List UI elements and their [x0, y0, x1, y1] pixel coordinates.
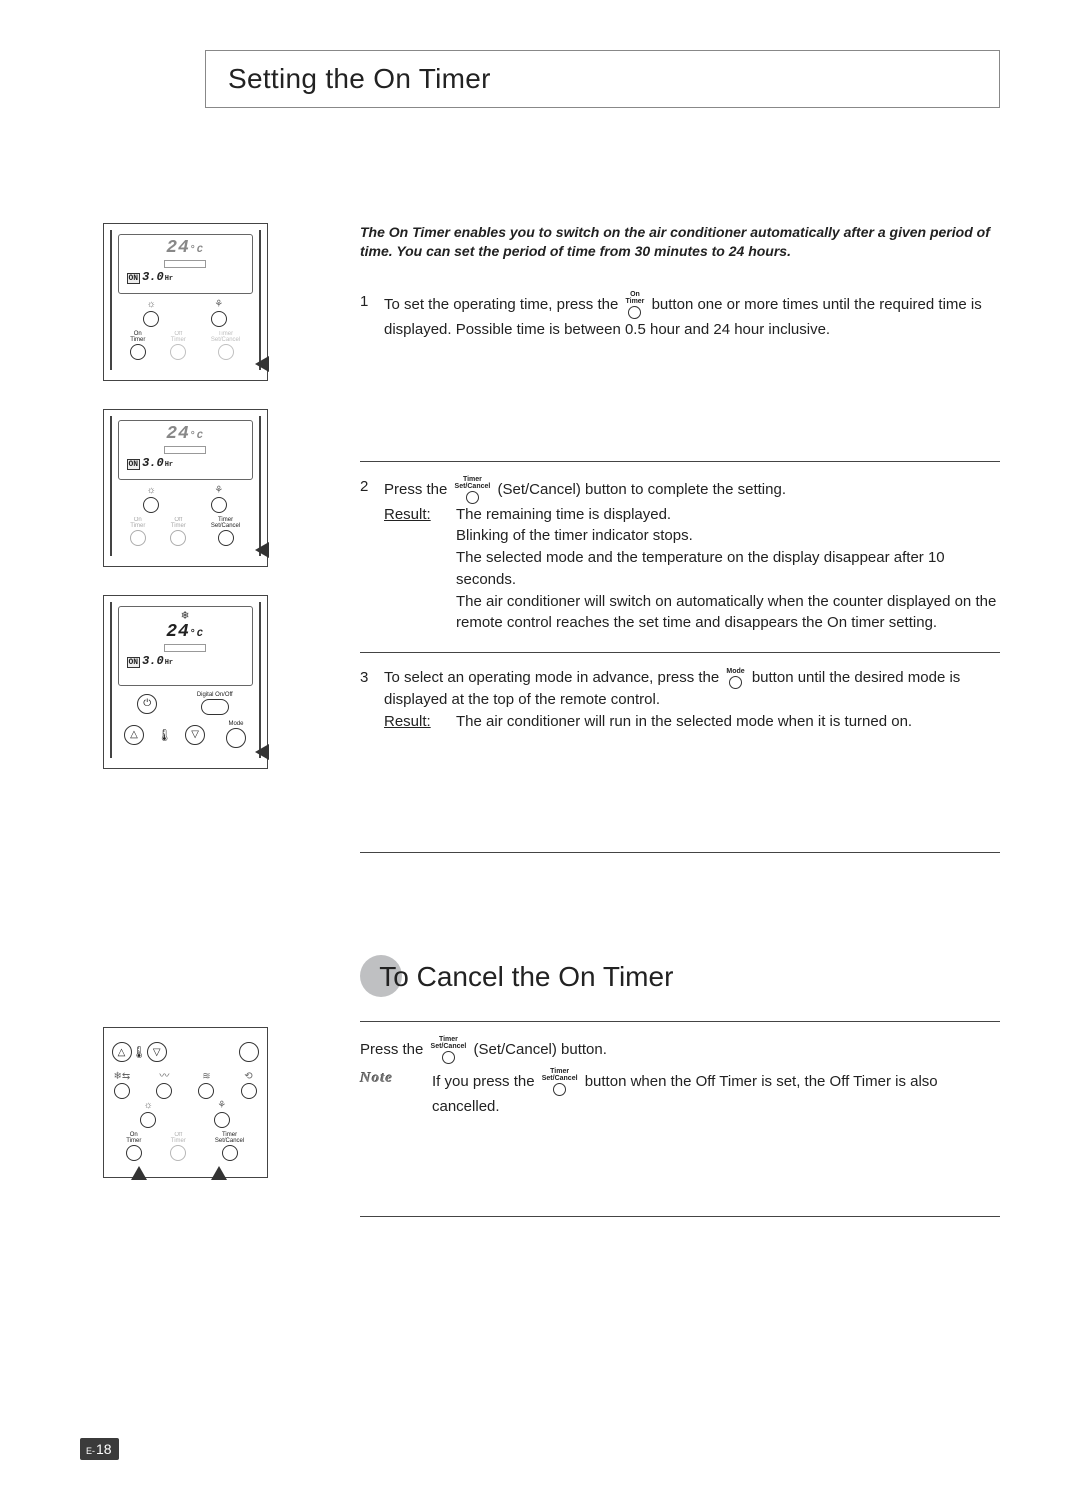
remote-diagram-2: 24°C ON3.0Hr ☼ ⚘ On Timer Off Timer Time…	[103, 409, 268, 567]
note-label: Note	[360, 1068, 432, 1118]
step-3: 3 To select an operating mode in advance…	[360, 667, 1000, 732]
set-cancel-button-icon: Timer Set/Cancel	[431, 1036, 467, 1064]
page-title: Setting the On Timer	[205, 50, 1000, 108]
step-2: 2 Press the Timer Set/Cancel (Set/Cancel…	[360, 476, 1000, 635]
divider	[360, 652, 1000, 653]
pointer-arrow-icon	[255, 744, 269, 760]
up-icon: △	[124, 725, 144, 745]
manual-page: Setting the On Timer 24°C ON3.0Hr ☼ ⚘	[0, 0, 1080, 1510]
power-icon: ⏻	[137, 694, 157, 714]
illustrations: 24°C ON3.0Hr ☼ ⚘ On Timer Off Timer Time…	[70, 223, 300, 867]
result-label: Result:	[384, 504, 456, 635]
result-text: The remaining time is displayed. Blinkin…	[456, 504, 1000, 635]
pointer-arrow-icon	[255, 542, 269, 558]
instructions: The On Timer enables you to switch on th…	[300, 223, 1000, 867]
step-1: 1 To set the operating time, press the O…	[360, 291, 1000, 341]
up-icon: △	[112, 1042, 132, 1062]
result-text: The air conditioner will run in the sele…	[456, 711, 1000, 733]
divider	[360, 461, 1000, 462]
remote-diagram-4: △ 🌡 ▽ ❄⇆ 〰 ≋ ⟲ ☼ ⚘	[103, 1027, 268, 1178]
pointer-arrow-icon	[211, 1166, 227, 1180]
page-number: E-18	[80, 1438, 119, 1460]
cancel-instructions: Press the Timer Set/Cancel (Set/Cancel) …	[300, 1021, 1000, 1231]
remote-diagram-3: ❄ 24°C ON3.0Hr ⏻ Digital On/Off △ 🌡 ▽ Mo…	[103, 595, 268, 769]
mode-button-icon: Mode	[726, 668, 744, 689]
set-cancel-button-icon: Timer Set/Cancel	[542, 1068, 578, 1096]
pointer-arrow-icon	[255, 356, 269, 372]
down-icon: ▽	[147, 1042, 167, 1062]
down-icon: ▽	[185, 725, 205, 745]
remote-diagram-1: 24°C ON3.0Hr ☼ ⚘ On Timer Off Timer Time…	[103, 223, 268, 381]
section-title-cancel: To Cancel the On Timer	[360, 957, 1000, 999]
pointer-arrow-icon	[131, 1166, 147, 1180]
result-label: Result:	[384, 711, 456, 733]
content: 24°C ON3.0Hr ☼ ⚘ On Timer Off Timer Time…	[70, 223, 1000, 867]
set-cancel-button-icon: Timer Set/Cancel	[455, 476, 491, 504]
on-timer-button-icon: On Timer	[625, 291, 644, 319]
intro-text: The On Timer enables you to switch on th…	[360, 223, 1000, 261]
snowflake-icon: ❄	[123, 610, 248, 622]
divider	[360, 1216, 1000, 1217]
divider	[360, 1021, 1000, 1022]
divider	[360, 852, 1000, 853]
